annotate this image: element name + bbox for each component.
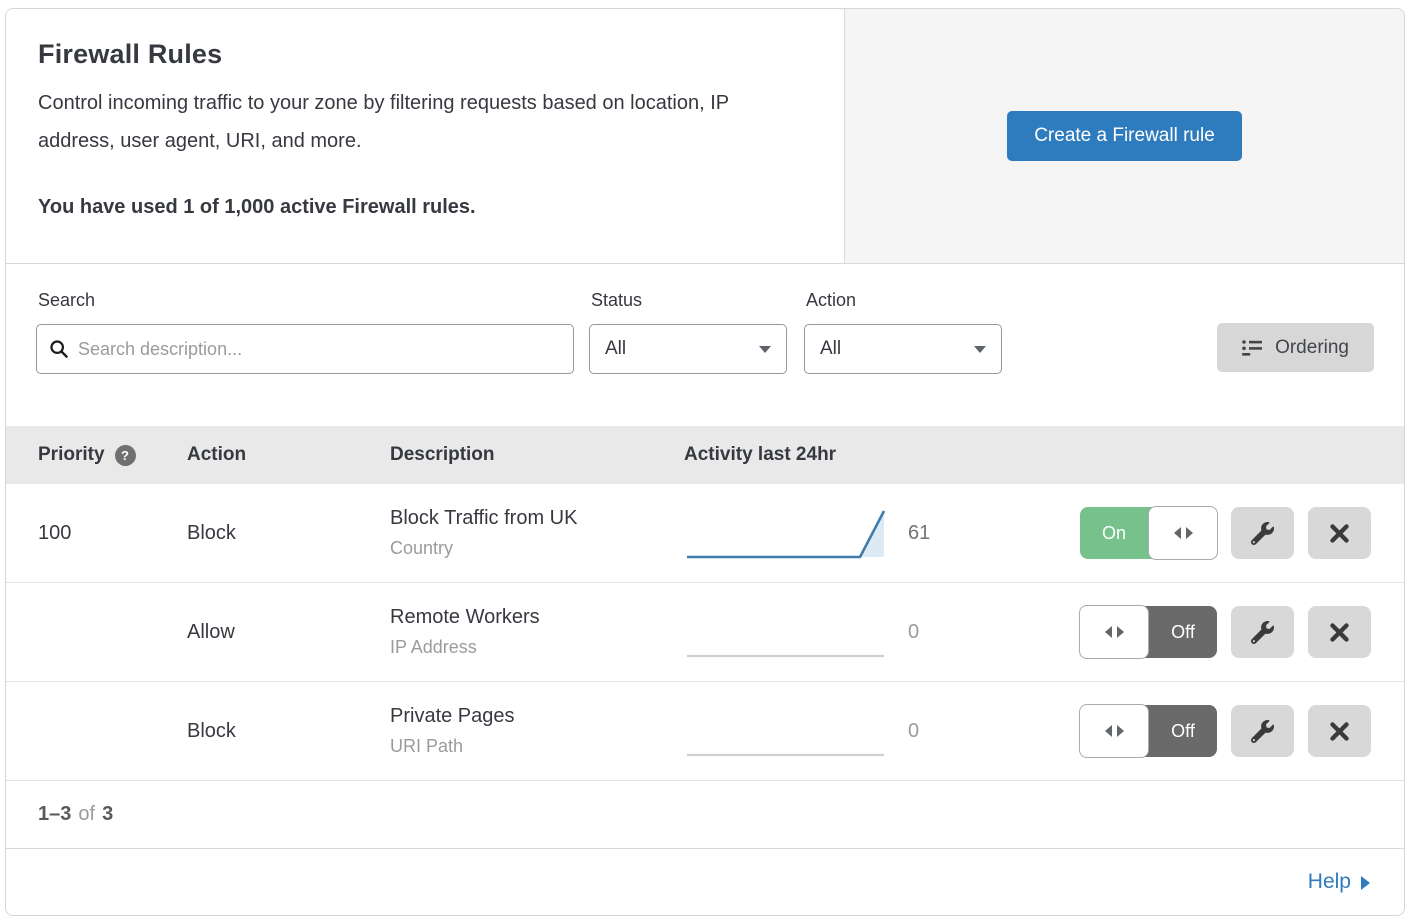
page-title: Firewall Rules [38,39,812,70]
wrench-icon [1251,720,1274,743]
status-select-value: All [605,338,626,360]
pagination-bar: 1–3 of 3 [6,781,1404,849]
usage-note: You have used 1 of 1,000 active Firewall… [38,196,812,219]
rule-type: Country [390,538,684,559]
question-mark-icon[interactable]: ? [115,445,136,466]
rule-type: IP Address [390,637,684,658]
x-icon [1329,523,1350,544]
status-select[interactable]: All [589,324,787,374]
column-action: Action [187,444,246,465]
activity-count: 0 [908,621,919,643]
table-row: Allow Remote Workers IP Address 0 Off [6,583,1404,682]
delete-rule-button[interactable] [1308,507,1371,559]
pagination-range: 1–3 [38,803,71,826]
status-field: Status All [589,290,787,374]
action-select[interactable]: All [804,324,1002,374]
toggle-state-label: Off [1149,606,1217,658]
help-link-label: Help [1308,870,1351,894]
search-field: Search [36,290,574,374]
header-text-panel: Firewall Rules Control incoming traffic … [6,9,845,263]
x-icon [1329,721,1350,742]
rule-description: Private Pages [390,705,684,728]
activity-sparkline [684,504,894,562]
table-row: Block Private Pages URI Path 0 Off [6,682,1404,781]
activity-sparkline [684,603,894,661]
drag-handle-icon[interactable] [1079,605,1149,659]
chevron-down-icon [759,346,771,353]
toggle-state-label: On [1080,507,1148,559]
rule-priority: 100 [38,522,71,545]
delete-rule-button[interactable] [1308,606,1371,658]
edit-rule-button[interactable] [1231,705,1294,757]
rule-action: Block [187,720,236,742]
action-field: Action All [804,290,1002,374]
rule-type: URI Path [390,736,684,757]
rule-description: Remote Workers [390,606,684,629]
drag-handle-icon[interactable] [1148,506,1218,560]
ordering-button[interactable]: Ordering [1217,323,1374,372]
rule-enabled-toggle[interactable]: Off [1080,705,1217,757]
wrench-icon [1251,621,1274,644]
page-header: Firewall Rules Control incoming traffic … [6,9,1404,264]
page-description: Control incoming traffic to your zone by… [38,84,803,160]
chevron-down-icon [974,346,986,353]
column-priority: Priority [38,444,105,466]
help-link[interactable]: Help [1308,870,1370,894]
rule-action: Block [187,522,236,544]
wrench-icon [1251,522,1274,545]
action-select-value: All [820,338,841,360]
column-description: Description [390,444,495,465]
status-label: Status [591,290,787,311]
column-activity: Activity last 24hr [684,444,836,466]
pagination-total: 3 [102,803,113,826]
search-box[interactable] [36,324,574,374]
table-row: 100 Block Block Traffic from UK Country … [6,484,1404,583]
action-label: Action [806,290,1002,311]
edit-rule-button[interactable] [1231,507,1294,559]
rule-enabled-toggle[interactable]: On [1080,507,1217,559]
search-label: Search [38,290,574,311]
ordered-list-icon [1242,339,1263,356]
activity-count: 0 [908,720,919,742]
pagination-of: of [78,803,95,826]
activity-sparkline [684,702,894,760]
delete-rule-button[interactable] [1308,705,1371,757]
rule-enabled-toggle[interactable]: Off [1080,606,1217,658]
activity-count: 61 [908,522,930,544]
x-icon [1329,622,1350,643]
arrow-right-icon [1361,876,1370,890]
toggle-state-label: Off [1149,705,1217,757]
filter-bar: Search Status All Action All [6,264,1404,426]
edit-rule-button[interactable] [1231,606,1294,658]
create-firewall-rule-button[interactable]: Create a Firewall rule [1007,111,1242,161]
search-icon [49,339,69,359]
drag-handle-icon[interactable] [1079,704,1149,758]
firewall-rules-card: Firewall Rules Control incoming traffic … [5,8,1405,916]
ordering-button-label: Ordering [1275,337,1349,359]
rule-description: Block Traffic from UK [390,507,684,530]
table-header: Priority ? Action Description Activity l… [6,426,1404,484]
header-action-panel: Create a Firewall rule [845,9,1404,263]
search-input[interactable] [78,339,561,360]
help-bar: Help [6,849,1404,914]
rule-action: Allow [187,621,235,643]
